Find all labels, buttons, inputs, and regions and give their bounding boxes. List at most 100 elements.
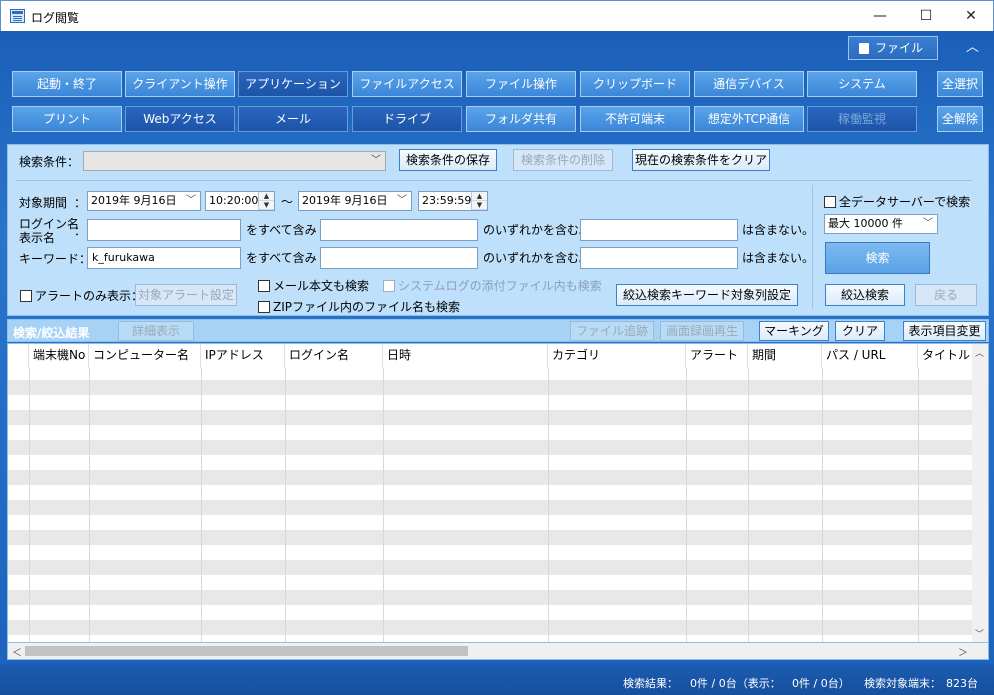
screen-replay-button[interactable]: 画面録画再生	[660, 321, 744, 341]
refine-search-button[interactable]: 絞込検索	[825, 284, 905, 306]
time-from-spinner[interactable]: ▲ ▼	[258, 192, 274, 210]
scroll-left-icon[interactable]: ＜	[12, 644, 22, 659]
column-header-title[interactable]: タイトル	[918, 344, 974, 368]
save-condition-button[interactable]: 検索条件の保存	[399, 149, 497, 171]
target-terminals-label: 検索対象端末：	[864, 677, 941, 690]
all-servers-checkbox[interactable]: 全データサーバーで検索	[824, 193, 970, 210]
keyword-contains-all-input[interactable]: k_furukawa	[87, 247, 241, 269]
detail-view-button[interactable]: 詳細表示	[118, 321, 194, 341]
horizontal-scrollbar[interactable]: ＜ ＞	[7, 643, 989, 660]
category-unexpected-tcp[interactable]: 想定外TCP通信	[694, 106, 804, 132]
delete-condition-button[interactable]: 検索条件の削除	[513, 149, 613, 171]
table-row[interactable]	[8, 515, 974, 530]
change-columns-button[interactable]: 表示項目変更	[903, 321, 986, 341]
table-row[interactable]	[8, 575, 974, 590]
minimize-button[interactable]: —	[857, 1, 903, 31]
scroll-right-icon[interactable]: ＞	[958, 644, 968, 659]
time-to-spinner[interactable]: ▲ ▼	[471, 192, 487, 210]
category-mail[interactable]: メール	[238, 106, 348, 132]
select-all-button[interactable]: 全選択	[937, 71, 983, 97]
search-condition-select[interactable]: ﹀	[83, 151, 386, 171]
table-row[interactable]	[8, 470, 974, 485]
category-operation-monitor[interactable]: 稼働監視	[807, 106, 917, 132]
file-menu-button[interactable]: ファイル	[848, 36, 938, 60]
table-row[interactable]	[8, 410, 974, 425]
table-row[interactable]	[8, 395, 974, 410]
category-unauthorized-device[interactable]: 不許可端末	[580, 106, 690, 132]
table-row[interactable]	[8, 620, 974, 635]
file-trace-button[interactable]: ファイル追跡	[570, 321, 654, 341]
column-header-category[interactable]: カテゴリ	[548, 344, 686, 368]
alert-settings-button[interactable]: 対象アラート設定	[135, 284, 237, 306]
keyword-contains-any-input[interactable]	[320, 247, 478, 269]
column-header-alert[interactable]: アラート	[686, 344, 748, 368]
period-label: 対象期間	[19, 196, 68, 210]
alert-only-checkbox[interactable]: アラートのみ表示：	[20, 287, 143, 304]
clear-results-button[interactable]: クリア	[835, 321, 885, 341]
scroll-down-icon[interactable]: ﹀	[975, 627, 984, 640]
column-header-datetime[interactable]: 日時	[383, 344, 548, 368]
column-header-select[interactable]	[8, 344, 29, 368]
table-row[interactable]	[8, 485, 974, 500]
table-row[interactable]	[8, 590, 974, 605]
keyword-not-contains-input[interactable]	[580, 247, 738, 269]
date-to-picker[interactable]: 2019年 9月16日 ﹀	[298, 191, 412, 211]
category-system[interactable]: システム	[807, 71, 917, 97]
contains-any-label-2: のいずれかを含む。	[483, 251, 592, 265]
max-count-select[interactable]: 最大 10000 件 ﹀	[824, 214, 938, 234]
category-startup-shutdown[interactable]: 起動・終了	[12, 71, 122, 97]
zip-files-checkbox[interactable]: ZIPファイル内のファイル名も検索	[258, 298, 460, 315]
column-header-path-url[interactable]: パス / URL	[822, 344, 918, 368]
category-clipboard[interactable]: クリップボード	[580, 71, 690, 97]
column-header-computer-name[interactable]: コンピューター名	[89, 344, 201, 368]
column-header-period[interactable]: 期間	[748, 344, 822, 368]
mail-body-checkbox[interactable]: メール本文も検索	[258, 277, 369, 294]
collapse-chevron-up-icon[interactable]: ︿	[966, 41, 980, 54]
category-client-operation[interactable]: クライアント操作	[125, 71, 235, 97]
checkbox-box	[824, 195, 836, 208]
login-not-contains-input[interactable]	[580, 219, 738, 241]
table-row[interactable]	[8, 545, 974, 560]
table-row[interactable]	[8, 440, 974, 455]
column-header-ip-address[interactable]: IPアドレス	[201, 344, 285, 368]
keyword-label: キーワード：	[19, 252, 92, 266]
close-button[interactable]: ✕	[948, 1, 994, 31]
category-comm-device[interactable]: 通信デバイス	[694, 71, 804, 97]
search-button[interactable]: 検索	[825, 242, 930, 274]
horizontal-scroll-thumb[interactable]	[25, 646, 468, 656]
category-drive[interactable]: ドライブ	[352, 106, 462, 132]
table-row[interactable]	[8, 425, 974, 440]
category-print[interactable]: プリント	[12, 106, 122, 132]
marking-button[interactable]: マーキング	[759, 321, 829, 341]
keyword-columns-button[interactable]: 絞込検索キーワード対象列設定	[616, 284, 798, 306]
table-row[interactable]	[8, 605, 974, 620]
time-from-input[interactable]: 10:20:00 ▲ ▼	[205, 191, 275, 211]
chevron-down-icon: ﹀	[923, 218, 933, 229]
table-row[interactable]	[8, 560, 974, 575]
back-button[interactable]: 戻る	[915, 284, 977, 306]
category-web-access[interactable]: Webアクセス	[125, 106, 235, 132]
table-row[interactable]	[8, 380, 974, 395]
scroll-up-icon[interactable]: ︿	[975, 346, 984, 359]
category-application[interactable]: アプリケーション	[238, 71, 348, 97]
login-contains-all-input[interactable]	[87, 219, 241, 241]
table-row[interactable]	[8, 500, 974, 515]
date-from-picker[interactable]: 2019年 9月16日 ﹀	[87, 191, 201, 211]
syslog-attach-checkbox[interactable]: システムログの添付ファイル内も検索	[383, 277, 602, 294]
time-to-value: 23:59:59	[422, 194, 472, 207]
category-folder-share[interactable]: フォルダ共有	[466, 106, 576, 132]
category-file-operation[interactable]: ファイル操作	[466, 71, 576, 97]
table-row[interactable]	[8, 455, 974, 470]
clear-condition-button[interactable]: 現在の検索条件をクリア	[632, 149, 770, 171]
category-file-access[interactable]: ファイルアクセス	[352, 71, 462, 97]
time-to-input[interactable]: 23:59:59 ▲ ▼	[418, 191, 488, 211]
maximize-button[interactable]: ☐	[903, 1, 949, 31]
column-header-terminal-no[interactable]: 端末機No	[29, 344, 89, 368]
deselect-all-button[interactable]: 全解除	[937, 106, 983, 132]
column-header-login-name[interactable]: ログイン名	[285, 344, 383, 368]
table-row[interactable]	[8, 530, 974, 545]
login-contains-any-input[interactable]	[320, 219, 478, 241]
period-colon: ：	[74, 196, 87, 210]
table-row[interactable]	[8, 635, 974, 642]
vertical-scrollbar[interactable]: ︿ ﹀	[972, 344, 988, 642]
